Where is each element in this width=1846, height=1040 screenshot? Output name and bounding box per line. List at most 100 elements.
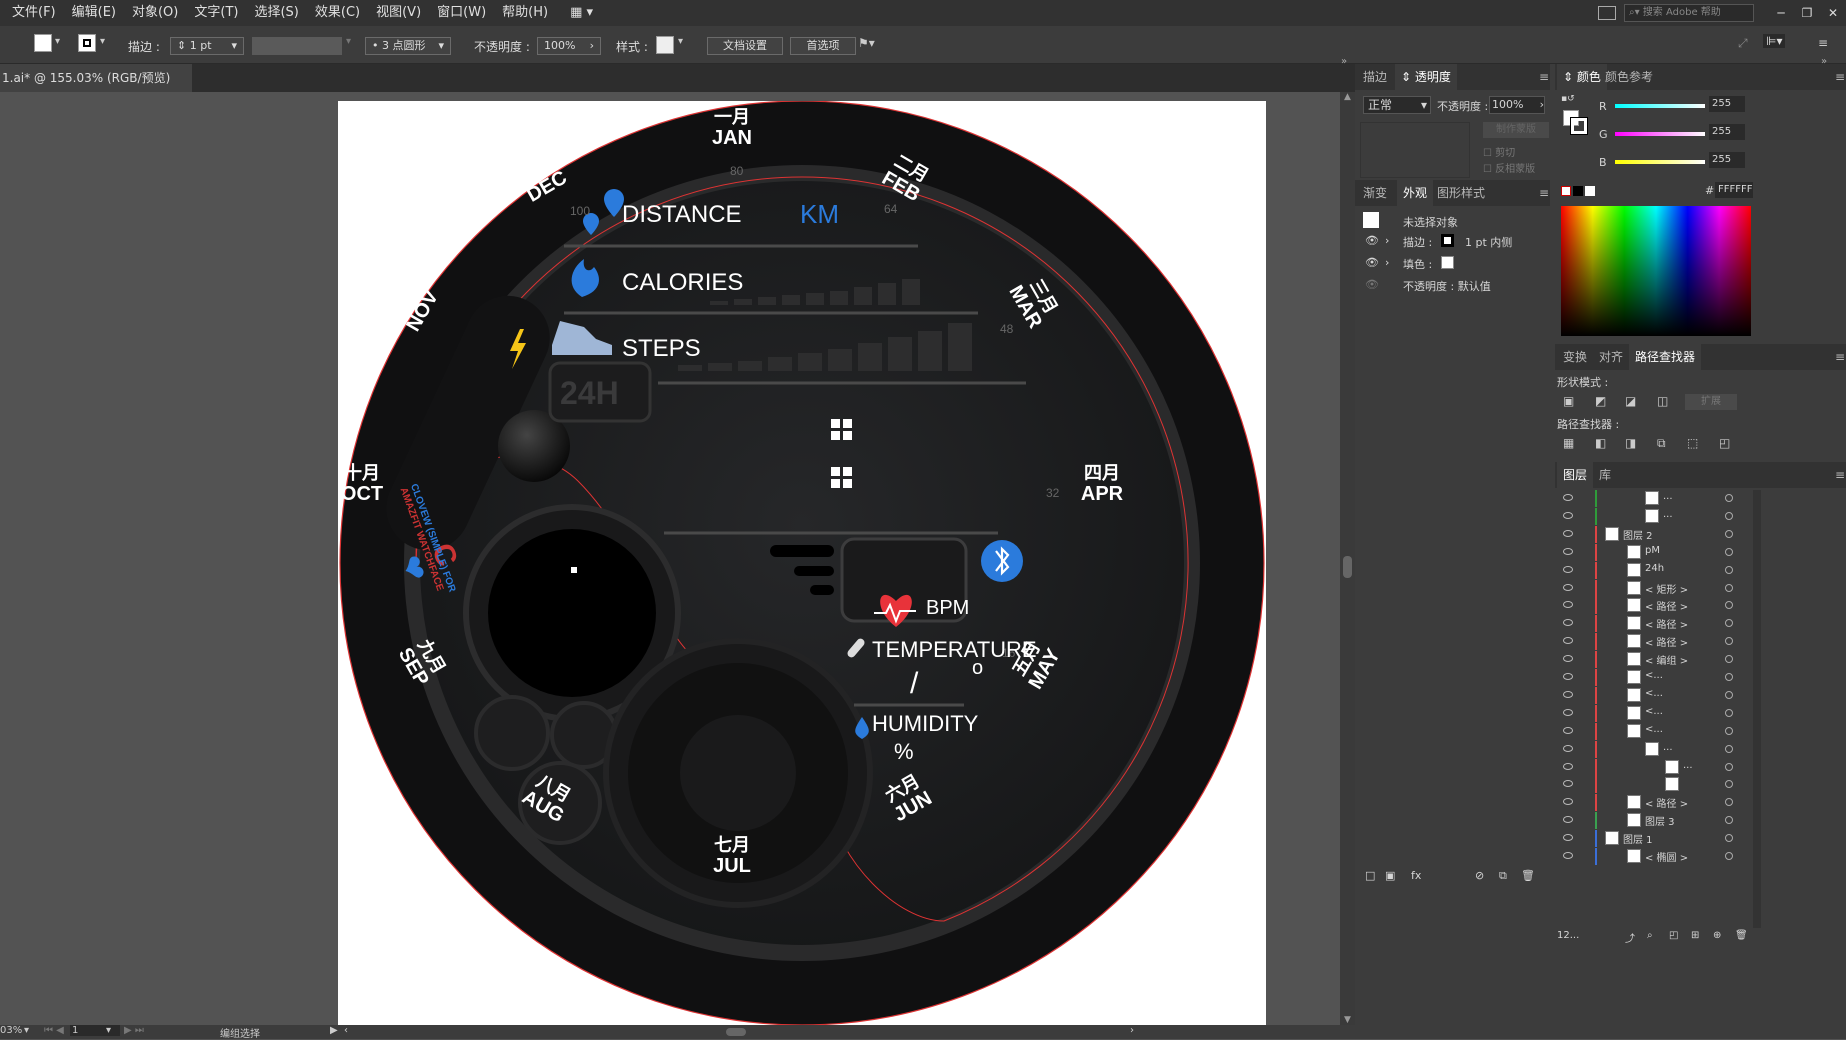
first-page-icon[interactable]: ⏮ ◀ — [44, 1025, 64, 1036]
visibility-eye-icon[interactable] — [1563, 529, 1573, 537]
visibility-eye-icon[interactable] — [1563, 619, 1573, 627]
document-tab[interactable]: 1.ai* @ 155.03% (RGB/预览) × — [0, 64, 192, 113]
delete-item-icon[interactable]: 🗑 — [1521, 869, 1535, 882]
visibility-eye-icon[interactable] — [1563, 601, 1573, 609]
layer-target-icon[interactable] — [1725, 494, 1733, 502]
unite-icon[interactable]: ▣ — [1563, 394, 1574, 408]
panel-toggle-icon[interactable] — [1598, 6, 1616, 20]
layer-name[interactable]: ... — [1663, 491, 1673, 502]
visibility-eye-icon[interactable] — [1563, 852, 1573, 859]
layer-target-icon[interactable] — [1725, 708, 1733, 717]
layer-name[interactable]: < 路径 > — [1645, 598, 1688, 613]
layer-target-icon[interactable] — [1725, 726, 1733, 735]
export-icon[interactable]: ⤴ — [1625, 930, 1635, 945]
fill-expand-icon[interactable]: › — [1385, 256, 1389, 269]
layers-menu-icon[interactable]: ≡ — [1829, 462, 1846, 488]
expand-button[interactable]: 扩展 — [1685, 394, 1737, 410]
page-number-input[interactable]: 1 — [70, 1025, 120, 1036]
r-slider[interactable] — [1615, 104, 1705, 108]
layer-target-icon[interactable] — [1725, 529, 1733, 538]
layer-target-icon[interactable] — [1725, 547, 1733, 556]
visibility-eye-icon[interactable] — [1563, 565, 1573, 573]
layer-target-icon[interactable] — [1725, 852, 1733, 860]
layer-name[interactable]: ... — [1663, 742, 1673, 753]
layer-target-icon[interactable] — [1725, 565, 1733, 574]
visibility-eye-icon[interactable] — [1563, 798, 1573, 806]
layer-name[interactable]: <... — [1645, 706, 1663, 717]
layer-name[interactable]: < 椭圆 > — [1645, 849, 1688, 864]
appearance-fill-row[interactable]: 👁 › 填色 : — [1355, 256, 1550, 276]
visibility-eye-icon[interactable] — [1563, 690, 1573, 698]
menu-help[interactable]: 帮助(H) — [494, 0, 556, 26]
scroll-thumb[interactable] — [1343, 556, 1352, 578]
scroll-down-icon[interactable]: ▼ — [1340, 1015, 1355, 1025]
stroke-expand-icon[interactable]: › — [1385, 234, 1389, 247]
visibility-eye-icon[interactable] — [1563, 834, 1573, 842]
visibility-eye-icon[interactable] — [1563, 726, 1573, 734]
b-slider[interactable] — [1615, 160, 1705, 164]
workspace-switcher-icon[interactable]: ▦ ▾ — [562, 0, 601, 26]
page-dropdown-icon[interactable]: ▾ — [106, 1025, 111, 1036]
visibility-eye-icon[interactable] — [1563, 511, 1573, 519]
color-spectrum[interactable] — [1561, 206, 1751, 336]
layer-target-icon[interactable] — [1725, 780, 1733, 789]
tab-transparency[interactable]: ⇕ 透明度 — [1395, 64, 1457, 90]
invert-mask-checkbox[interactable]: ☐ 反相蒙版 — [1483, 160, 1535, 175]
layer-name[interactable]: < 路径 > — [1645, 634, 1688, 649]
layer-target-icon[interactable] — [1725, 619, 1733, 628]
add-effect-icon[interactable]: fx — [1411, 869, 1421, 882]
intersect-icon[interactable]: ◪ — [1625, 394, 1636, 408]
layer-name[interactable]: 图层 2 — [1623, 527, 1653, 542]
g-input[interactable]: 255 — [1709, 124, 1745, 140]
white-color-swatch[interactable] — [1585, 186, 1595, 196]
tab-libraries[interactable]: 库 — [1593, 462, 1617, 488]
r-input[interactable]: 255 — [1709, 96, 1745, 112]
clip-checkbox[interactable]: ☐ 剪切 — [1483, 144, 1515, 159]
h-scroll-left-icon[interactable]: ‹ — [344, 1025, 348, 1036]
color-menu-icon[interactable]: ≡ — [1829, 64, 1846, 90]
status-menu-icon[interactable]: ▶ — [330, 1025, 338, 1036]
layer-name[interactable]: 图层 3 — [1645, 813, 1675, 828]
trim-icon[interactable]: ◧ — [1595, 436, 1606, 450]
profile-dropdown-icon[interactable]: ▾ — [346, 36, 351, 47]
blend-mode-select[interactable]: 正常 ▾ — [1363, 96, 1431, 114]
visibility-eye-icon[interactable] — [1563, 655, 1573, 663]
tab-stroke[interactable]: 描边 — [1357, 64, 1393, 90]
layer-target-icon[interactable] — [1725, 583, 1733, 592]
visibility-eye-icon[interactable] — [1563, 762, 1573, 770]
new-sublayer-icon[interactable]: ⊞ — [1691, 930, 1699, 941]
layer-target-icon[interactable] — [1725, 834, 1733, 843]
collapse-panels-icon[interactable]: » — [1341, 56, 1347, 67]
preferences-button[interactable]: 首选项 — [790, 37, 856, 55]
layer-name[interactable]: <... — [1645, 724, 1663, 735]
visibility-eye-icon[interactable] — [1563, 744, 1573, 752]
add-fill-icon[interactable]: ▣ — [1385, 869, 1395, 882]
b-input[interactable]: 255 — [1709, 152, 1745, 168]
fill-swatch[interactable] — [34, 34, 52, 52]
stroke-dropdown-icon[interactable]: ▾ — [100, 36, 105, 47]
outline-icon[interactable]: ⬚ — [1687, 436, 1698, 450]
layer-name[interactable]: < 矩形 > — [1645, 581, 1688, 596]
appearance-menu-icon[interactable]: ≡ — [1533, 180, 1555, 206]
visibility-eye-icon[interactable] — [1563, 673, 1573, 680]
watchface[interactable]: 80 64 48 32 16 100 — [338, 101, 1266, 1025]
fill-stroke-widget[interactable]: ▪↺ — [1561, 94, 1591, 135]
layer-name[interactable]: pM — [1645, 545, 1660, 556]
menu-edit[interactable]: 编辑(E) — [64, 0, 124, 26]
search-input[interactable]: ⌕▾ 搜索 Adobe 帮助 — [1624, 4, 1754, 22]
next-page-icon[interactable]: ▶ ⏭ — [124, 1025, 144, 1036]
layer-name[interactable]: < 路径 > — [1645, 795, 1688, 810]
crop-icon[interactable]: ⧉ — [1657, 436, 1666, 451]
duplicate-item-icon[interactable]: ⧉ — [1499, 869, 1507, 883]
h-scroll-right-icon[interactable]: › — [1130, 1025, 1134, 1036]
layer-target-icon[interactable] — [1725, 655, 1733, 664]
hex-input[interactable]: FFFFFF — [1715, 182, 1753, 198]
transparency-opacity-input[interactable]: 100% › — [1489, 96, 1545, 114]
divide-icon[interactable]: ▦ — [1563, 436, 1574, 450]
appearance-stroke-row[interactable]: 👁 › 描边 : 1 pt 内侧 — [1355, 234, 1550, 254]
stroke-swatch[interactable] — [78, 34, 96, 52]
visibility-eye-icon[interactable] — [1563, 583, 1573, 591]
merge-icon[interactable]: ◨ — [1625, 436, 1636, 450]
locate-object-icon[interactable]: ⌕ — [1647, 930, 1653, 941]
layers-scrollbar[interactable] — [1753, 490, 1761, 928]
